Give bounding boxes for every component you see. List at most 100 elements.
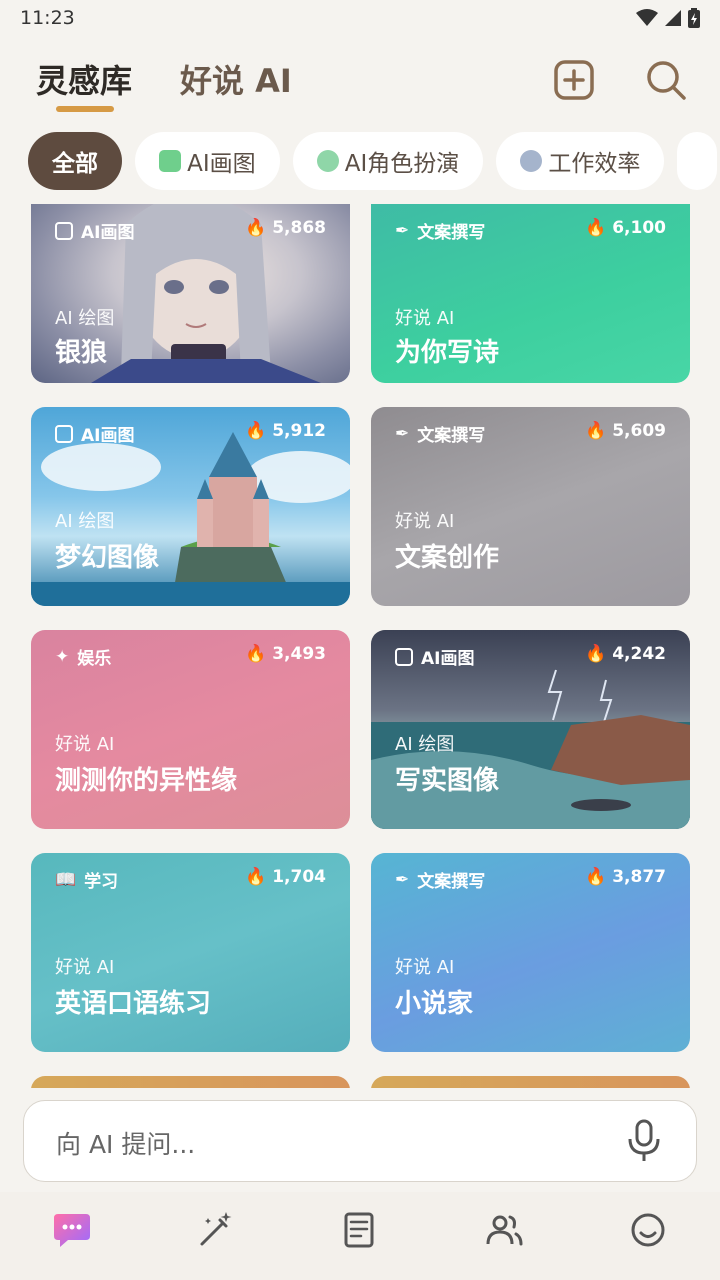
add-icon[interactable] [552, 58, 596, 102]
card-count: 🔥 6,100 [585, 218, 666, 238]
chip-label: AI画图 [187, 151, 256, 177]
pen-icon: ✒ [395, 423, 410, 444]
card-novelist[interactable]: ✒ 文案撰写 🔥 3,877 好说 AI 小说家 [371, 853, 690, 1052]
card-subtitle: AI 绘图 [55, 511, 115, 532]
book-icon: 📖 [55, 869, 77, 890]
chip-ai-roleplay[interactable]: AI角色扮演 [292, 132, 484, 190]
fire-icon: 🔥 [245, 218, 267, 238]
chip-ai-drawing[interactable]: AI画图 [135, 132, 280, 190]
card-category-label: 文案撰写 [417, 223, 486, 243]
ask-ai-input[interactable]: 向 AI 提问... [23, 1100, 697, 1182]
image-icon [55, 221, 73, 240]
card-grid: AI画图 🔥 5,868 AI 绘图 银狼 ✒ 文案撰写 🔥 6,100 好说 AI … [0, 204, 720, 1088]
card-subtitle: 好说 AI [395, 957, 455, 978]
card-count-value: 5,868 [272, 218, 326, 238]
chip-productivity[interactable]: 工作效率 [496, 132, 665, 190]
fire-icon: 🔥 [245, 644, 267, 664]
card-category-label: 文案撰写 [417, 872, 486, 892]
card-subtitle: 好说 AI [55, 734, 115, 755]
card-category-label: 学习 [84, 872, 119, 892]
card-title: 为你写诗 [395, 338, 500, 368]
card-subtitle: 好说 AI [395, 511, 455, 532]
lightning-icon [520, 150, 543, 172]
card-count: 🔥 5,868 [245, 218, 326, 238]
card-count-value: 5,609 [612, 421, 666, 441]
bottom-nav [0, 1192, 720, 1280]
card-category: 📖 学习 [55, 867, 119, 893]
card-copywriting[interactable]: ✒ 文案撰写 🔥 5,609 好说 AI 文案创作 [371, 407, 690, 606]
nav-news-icon[interactable] [340, 1210, 380, 1250]
card-title: 小说家 [395, 989, 474, 1019]
card-next-left[interactable] [31, 1076, 350, 1088]
card-category-label: 娱乐 [77, 649, 112, 669]
card-count: 🔥 1,704 [245, 867, 326, 887]
card-subtitle: 好说 AI [395, 308, 455, 329]
card-category: ✒ 文案撰写 [395, 218, 486, 244]
fire-icon: 🔥 [245, 421, 267, 441]
card-count: 🔥 3,493 [245, 644, 326, 664]
image-icon [55, 424, 73, 443]
category-chips: 全部 AI画图 AI角色扮演 工作效率 [28, 132, 720, 190]
fire-icon: 🔥 [245, 867, 267, 887]
microphone-icon[interactable] [626, 1119, 662, 1163]
card-category-label: 文案撰写 [417, 426, 486, 446]
pen-icon: ✒ [395, 220, 410, 241]
pen-icon: ✒ [395, 869, 410, 890]
card-write-poem[interactable]: ✒ 文案撰写 🔥 6,100 好说 AI 为你写诗 [371, 204, 690, 383]
chip-label: 工作效率 [548, 151, 641, 177]
card-dream-image[interactable]: AI画图 🔥 5,912 AI 绘图 梦幻图像 [31, 407, 350, 606]
card-category: AI画图 [395, 644, 474, 669]
card-count-value: 3,493 [272, 644, 326, 664]
card-subtitle: 好说 AI [55, 957, 115, 978]
card-title: 测测你的异性缘 [55, 766, 238, 796]
nav-smile-icon[interactable] [628, 1210, 668, 1250]
header: 灵感库 好说 AI [0, 50, 720, 122]
card-title: 银狼 [55, 338, 108, 368]
card-category: AI画图 [55, 218, 134, 243]
card-title: 英语口语练习 [55, 989, 212, 1019]
card-count: 🔥 5,912 [245, 421, 326, 441]
status-bar: 11:23 [0, 0, 720, 36]
tab-inspiration[interactable]: 灵感库 [36, 56, 132, 102]
card-subtitle: AI 绘图 [395, 734, 455, 755]
fire-icon: 🔥 [585, 218, 607, 238]
card-count: 🔥 4,242 [585, 644, 666, 664]
card-count: 🔥 5,609 [585, 421, 666, 441]
card-subtitle: AI 绘图 [55, 308, 115, 329]
tab-haoshuo-ai[interactable]: 好说 AI [180, 56, 292, 102]
input-placeholder: 向 AI 提问... [56, 1130, 196, 1159]
chip-all[interactable]: 全部 [28, 132, 122, 190]
signal-icon [665, 10, 681, 26]
image-icon [395, 647, 413, 666]
card-category-label: AI画图 [421, 649, 475, 669]
card-romance-test[interactable]: ✦ 娱乐 🔥 3,493 好说 AI 测测你的异性缘 [31, 630, 350, 829]
status-icons [636, 8, 700, 28]
card-realistic-image[interactable]: AI画图 🔥 4,242 AI 绘图 写实图像 [371, 630, 690, 829]
card-count-value: 4,242 [612, 644, 666, 664]
card-category: ✒ 文案撰写 [395, 867, 486, 893]
card-count-value: 6,100 [612, 218, 666, 238]
card-english-speaking[interactable]: 📖 学习 🔥 1,704 好说 AI 英语口语练习 [31, 853, 350, 1052]
star-icon: ✦ [55, 646, 70, 667]
card-count-value: 3,877 [612, 867, 666, 887]
card-category: ✒ 文案撰写 [395, 421, 486, 447]
search-icon[interactable] [644, 58, 688, 102]
card-category-label: AI画图 [81, 426, 135, 446]
fire-icon: 🔥 [585, 421, 607, 441]
fire-icon: 🔥 [585, 644, 607, 664]
battery-icon [688, 8, 700, 28]
card-title: 文案创作 [395, 543, 500, 573]
card-silver-wolf[interactable]: AI画图 🔥 5,868 AI 绘图 银狼 [31, 204, 350, 383]
tab-indicator [56, 106, 114, 112]
chip-more[interactable] [677, 132, 718, 190]
status-time: 11:23 [20, 7, 75, 29]
chip-label: 全部 [52, 151, 98, 177]
card-next-right[interactable] [371, 1076, 690, 1088]
card-title: 梦幻图像 [55, 543, 160, 573]
nav-magic-wand-icon[interactable] [196, 1210, 236, 1250]
card-count-value: 1,704 [272, 867, 326, 887]
nav-chat-icon[interactable] [52, 1210, 92, 1250]
chip-label: AI角色扮演 [344, 151, 460, 177]
nav-people-icon[interactable] [484, 1210, 524, 1250]
image-icon [159, 150, 182, 172]
